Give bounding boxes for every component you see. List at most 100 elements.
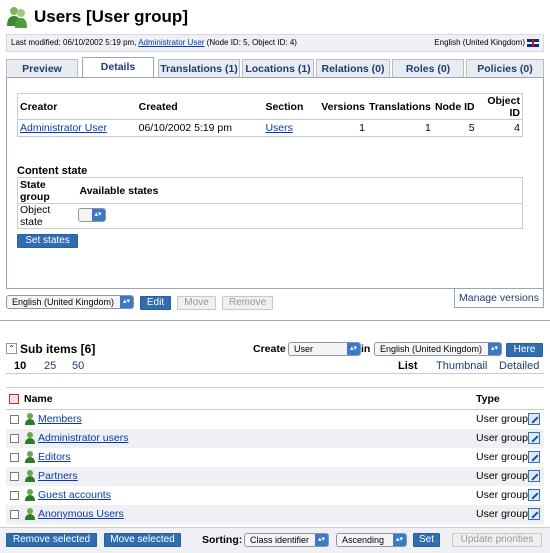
user-group-icon <box>24 451 36 464</box>
col-node-id: Node ID <box>432 93 477 120</box>
create-language-select[interactable]: English (United Kingdom) ▴▾ <box>374 342 502 356</box>
here-button[interactable]: Here <box>506 343 543 357</box>
create-language-value: English (United Kingdom) <box>380 344 483 354</box>
edit-icon[interactable] <box>528 470 540 483</box>
page-title: Users [User group] <box>34 7 188 26</box>
limit-10[interactable]: 10 <box>14 360 26 372</box>
item-link[interactable]: Partners <box>38 470 78 482</box>
col-type: Type <box>476 387 528 410</box>
edit-icon[interactable] <box>528 413 540 426</box>
invert-selection-icon[interactable] <box>9 393 19 404</box>
separator <box>0 320 550 321</box>
edit-button[interactable]: Edit <box>140 296 171 310</box>
row-checkbox[interactable] <box>10 509 19 519</box>
item-type: User group <box>476 489 528 501</box>
tab-relations[interactable]: Relations (0) <box>316 59 390 78</box>
item-link[interactable]: Administrator users <box>38 432 128 444</box>
subitems-table: Name Type Members User group Administrat… <box>6 387 544 524</box>
content-state-table: State group Available states Object stat… <box>17 177 523 229</box>
list-controls: 10 25 50 List Thumbnail Detailed <box>6 358 544 374</box>
tab-locations[interactable]: Locations (1) <box>242 59 314 78</box>
tab-translations[interactable]: Translations (1) <box>158 59 240 78</box>
tab-preview[interactable]: Preview <box>6 59 78 78</box>
edit-icon[interactable] <box>528 432 540 445</box>
modified-suffix: (Node ID: 5, Object ID: 4) <box>204 38 297 47</box>
translations-value: 1 <box>425 122 431 134</box>
update-priorities-button[interactable]: Update priorities <box>452 533 542 547</box>
move-selected-button[interactable]: Move selected <box>104 533 181 547</box>
table-row: Guest accounts User group <box>6 486 544 505</box>
set-states-button[interactable]: Set states <box>17 234 78 248</box>
edit-icon[interactable] <box>528 508 540 521</box>
col-creator: Creator <box>17 93 137 120</box>
limit-50[interactable]: 50 <box>72 360 84 372</box>
create-class-select[interactable]: User ▴▾ <box>288 342 361 356</box>
table-row: Editors User group <box>6 448 544 467</box>
item-link[interactable]: Members <box>38 413 82 425</box>
item-type: User group <box>476 466 528 486</box>
row-checkbox[interactable] <box>10 490 19 500</box>
row-checkbox[interactable] <box>10 414 19 424</box>
col-created: Created <box>136 93 264 120</box>
page-header: Users [User group] <box>0 0 550 34</box>
uk-flag-icon <box>527 38 539 47</box>
limit-25[interactable]: 25 <box>44 360 56 372</box>
edit-language-select[interactable]: English (United Kingdom) ▴▾ <box>6 295 134 309</box>
author-link[interactable]: Administrator User <box>138 38 204 47</box>
object-state-label: Object state <box>20 204 51 228</box>
select-arrows-icon: ▴▾ <box>347 343 360 355</box>
col-versions: Versions <box>319 93 367 120</box>
row-checkbox[interactable] <box>10 452 19 462</box>
item-link[interactable]: Anonymous Users <box>38 508 124 520</box>
edit-icon[interactable] <box>528 451 540 464</box>
edit-icon[interactable] <box>528 489 540 502</box>
language-label: English (United Kingdom) <box>434 38 525 47</box>
item-link[interactable]: Editors <box>38 451 71 463</box>
object-state-select[interactable]: ▴▾ <box>77 207 106 222</box>
section-link[interactable]: Users <box>265 122 292 134</box>
select-arrows-icon: ▴▾ <box>91 208 105 221</box>
manage-versions-button[interactable]: Manage versions <box>454 289 544 308</box>
view-thumbnail[interactable]: Thumbnail <box>436 360 487 372</box>
row-checkbox[interactable] <box>10 471 19 481</box>
tab-policies[interactable]: Policies (0) <box>466 59 544 78</box>
sort-order-select[interactable]: Ascending ▴▾ <box>336 533 407 547</box>
user-group-icon <box>7 7 27 28</box>
collapse-icon[interactable]: ⌃ <box>6 343 17 354</box>
select-arrows-icon: ▴▾ <box>315 534 328 546</box>
col-object-id: Object ID <box>476 93 523 120</box>
table-row: Anonymous Users User group <box>6 504 544 524</box>
table-row: Partners User group <box>6 466 544 486</box>
row-checkbox[interactable] <box>10 433 19 443</box>
col-section: Section <box>263 93 320 120</box>
item-link[interactable]: Guest accounts <box>38 489 111 501</box>
user-group-icon <box>24 489 36 502</box>
remove-selected-button[interactable]: Remove selected <box>6 533 97 547</box>
sort-field-select[interactable]: Class identifier ▴▾ <box>244 533 329 547</box>
col-available-states: Available states <box>77 177 523 204</box>
sort-set-button[interactable]: Set <box>413 533 440 547</box>
tab-roles[interactable]: Roles (0) <box>392 59 464 78</box>
subitems-title: Sub items [6] <box>20 342 96 356</box>
view-list[interactable]: List <box>398 360 418 372</box>
move-button[interactable]: Move <box>177 296 216 310</box>
in-label: in <box>361 343 371 355</box>
tab-bar: Preview Details Translations (1) Locatio… <box>6 57 544 78</box>
item-type: User group <box>476 451 528 463</box>
creator-link[interactable]: Administrator User <box>20 122 107 134</box>
select-arrows-icon: ▴▾ <box>488 343 501 355</box>
col-state-group: State group <box>17 177 78 204</box>
view-detailed[interactable]: Detailed <box>499 360 539 372</box>
details-table: Creator Created Section Versions Transla… <box>17 93 523 137</box>
user-group-icon <box>24 508 36 521</box>
table-row: Administrator users User group <box>6 428 544 448</box>
create-label: Create <box>253 343 286 355</box>
remove-button[interactable]: Remove <box>222 296 273 310</box>
edit-language-value: English (United Kingdom) <box>12 297 115 307</box>
content-state-heading: Content state <box>17 165 88 177</box>
col-name: Name <box>24 387 476 410</box>
modified-info-bar: Last modified: 06/10/2002 5:19 pm, Admin… <box>6 34 544 52</box>
modified-prefix: Last modified: 06/10/2002 5:19 pm, <box>11 38 139 47</box>
object-id-value: 4 <box>514 122 520 134</box>
tab-details[interactable]: Details <box>82 57 154 78</box>
